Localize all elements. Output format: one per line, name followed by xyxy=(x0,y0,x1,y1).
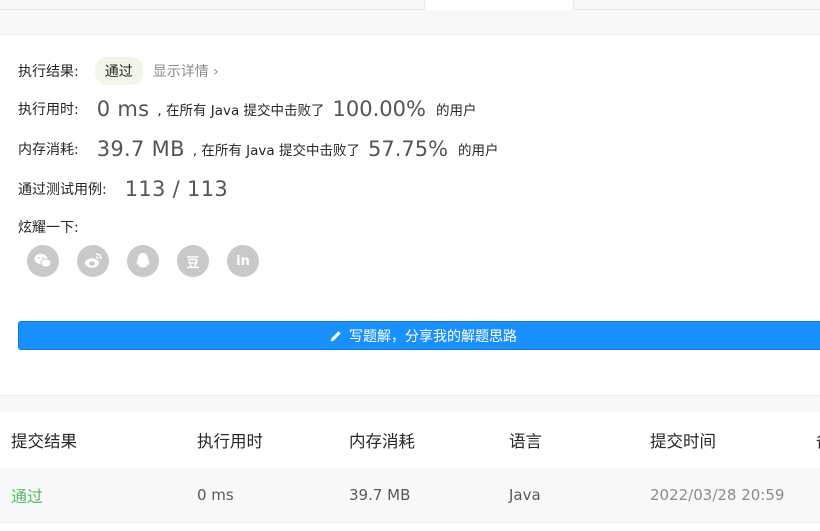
weibo-icon[interactable] xyxy=(77,245,109,277)
tab-active[interactable] xyxy=(424,0,574,10)
memory-beat-text: , 在所有 Java 提交中击败了 xyxy=(192,143,360,159)
header-runtime: 执行用时 xyxy=(197,432,263,451)
douban-glyph: 豆 xyxy=(186,255,200,271)
result-row: 执行结果: 通过 显示详情 › xyxy=(18,57,219,85)
runtime-value: 0 ms xyxy=(96,97,150,121)
result-label: 执行结果: xyxy=(18,64,79,80)
row-status[interactable]: 通过 xyxy=(11,468,43,522)
row-runtime: 0 ms xyxy=(197,486,234,504)
header-result: 提交结果 xyxy=(11,432,77,451)
header-language: 语言 xyxy=(509,432,542,451)
wechat-icon[interactable] xyxy=(27,245,59,277)
status-badge: 通过 xyxy=(94,57,143,85)
write-solution-button[interactable]: 写题解，分享我的解题思路 xyxy=(18,321,820,350)
row-language: Java xyxy=(509,486,541,504)
header-notes: 备 xyxy=(816,412,820,468)
table-row[interactable]: 通过 0 ms 39.7 MB Java 2022/03/28 20:59 xyxy=(0,468,820,523)
runtime-beat-text: , 在所有 Java 提交中击败了 xyxy=(157,103,325,119)
qq-icon[interactable] xyxy=(127,245,159,277)
runtime-percent: 100.00% xyxy=(332,97,426,121)
linkedin-glyph: in xyxy=(236,253,250,269)
testcases-row: 通过测试用例: 113 / 113 xyxy=(18,177,228,201)
runtime-label: 执行用时: xyxy=(18,102,79,118)
share-label-row: 炫耀一下: xyxy=(18,217,79,237)
submission-table: 提交结果 执行用时 内存消耗 语言 提交时间 备 通过 0 ms 39.7 MB… xyxy=(0,412,820,531)
memory-percent: 57.75% xyxy=(367,137,449,161)
douban-icon[interactable]: 豆 xyxy=(177,245,209,277)
runtime-row: 执行用时: 0 ms , 在所有 Java 提交中击败了 100.00% 的用户 xyxy=(18,97,476,121)
pencil-icon xyxy=(330,330,341,341)
show-details-link[interactable]: 显示详情 › xyxy=(153,61,219,81)
memory-label: 内存消耗: xyxy=(18,142,79,158)
testcases-label: 通过测试用例: xyxy=(18,182,107,198)
row-memory: 39.7 MB xyxy=(349,486,411,504)
submission-result-panel: 执行结果: 通过 显示详情 › 执行用时: 0 ms , 在所有 Java 提交… xyxy=(0,34,820,396)
header-submit-time: 提交时间 xyxy=(650,432,716,451)
memory-users-text: 的用户 xyxy=(458,143,499,159)
memory-value: 39.7 MB xyxy=(96,137,185,161)
linkedin-icon[interactable]: in xyxy=(227,245,259,277)
runtime-users-text: 的用户 xyxy=(435,103,477,119)
share-label: 炫耀一下: xyxy=(18,220,79,236)
table-header-row: 提交结果 执行用时 内存消耗 语言 提交时间 备 xyxy=(0,412,820,469)
header-memory: 内存消耗 xyxy=(349,432,415,451)
tab-bar xyxy=(0,0,820,10)
row-submit-time: 2022/03/28 20:59 xyxy=(650,486,785,504)
share-icons: 豆 in xyxy=(27,245,259,277)
testcases-value: 113 / 113 xyxy=(124,177,229,201)
memory-row: 内存消耗: 39.7 MB , 在所有 Java 提交中击败了 57.75% 的… xyxy=(18,137,499,161)
write-solution-label: 写题解，分享我的解题思路 xyxy=(349,328,517,345)
